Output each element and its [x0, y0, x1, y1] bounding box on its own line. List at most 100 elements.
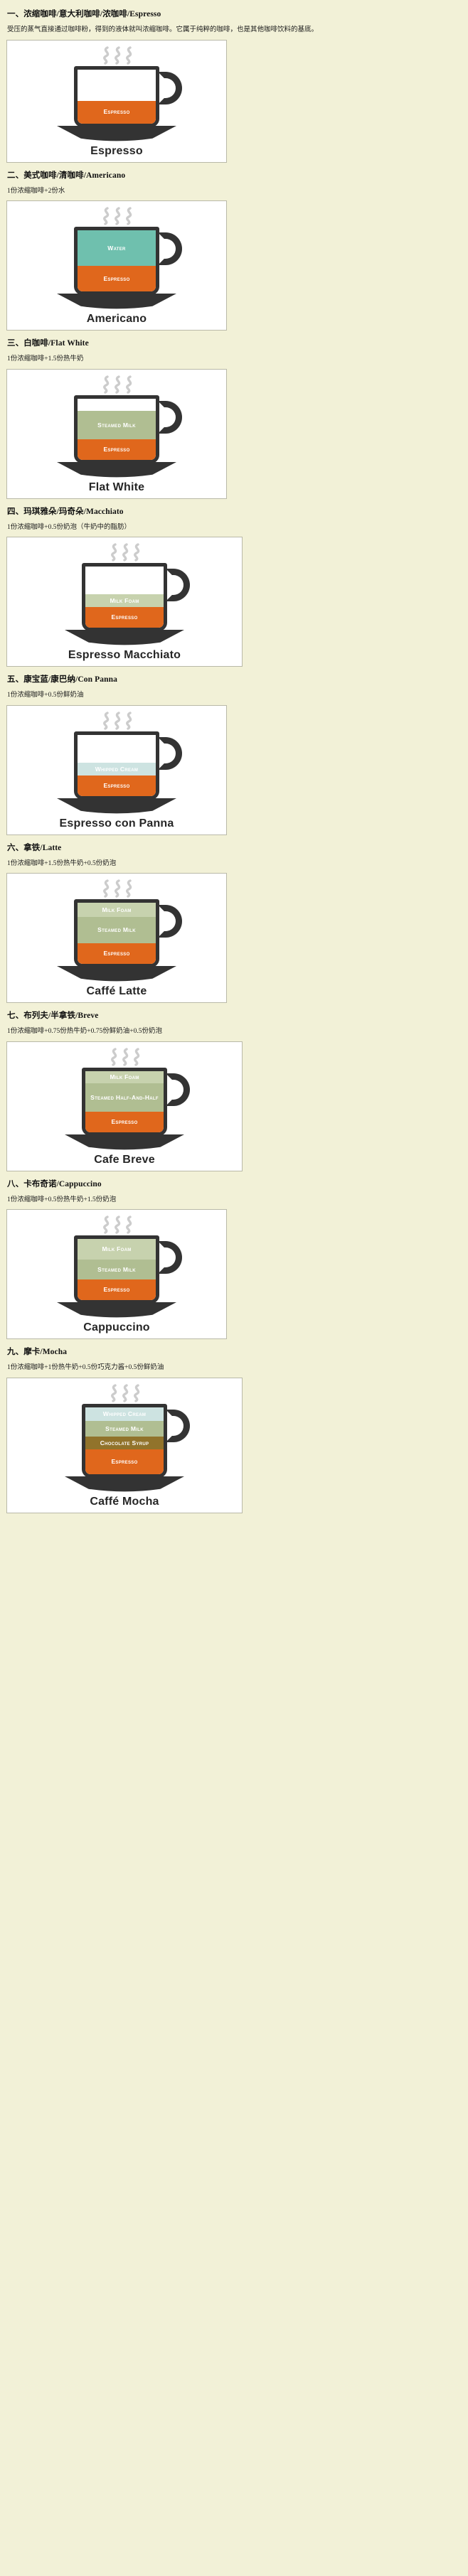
- drink-name: Espresso: [90, 144, 143, 157]
- coffee-section: 二、美式咖啡/清咖啡/Americano 1份浓缩咖啡+2份水 Water Espre…: [6, 170, 462, 331]
- section-title: 六、拿铁/Latte: [7, 843, 62, 852]
- mug: Milk Foam Steamed Half-And-Half Espresso: [82, 1067, 167, 1136]
- drink-name: Cafe Breve: [94, 1153, 155, 1166]
- saucer: [57, 965, 176, 984]
- drink-name: Espresso Macchiato: [68, 649, 181, 661]
- card-inner: Milk Foam Steamed Half-And-Half Espresso Ca…: [7, 1047, 242, 1166]
- mug: Water Espresso: [74, 227, 159, 295]
- empty-space: [78, 734, 156, 763]
- drink-layer: Espresso: [78, 266, 156, 291]
- saucer: [57, 293, 176, 311]
- drink-layer: Steamed Milk: [85, 1421, 164, 1437]
- steam-icon: [97, 375, 136, 394]
- saucer: [57, 1302, 176, 1320]
- card-inner: Steamed Milk Espresso Flat White: [7, 375, 226, 494]
- drink-name: Americano: [86, 313, 147, 325]
- drink-layer: Espresso: [85, 1111, 164, 1132]
- cup-row: Milk Foam Steamed Milk Espresso: [74, 899, 182, 967]
- section-recipe-description: 1份浓缩咖啡+0.5份奶泡（牛奶中的脂肪）: [7, 523, 131, 531]
- coffee-section: 八、卡布奇诺/Cappuccino 1份浓缩咖啡+0.5份热牛奶+1.5份奶泡 Mi…: [6, 1179, 462, 1339]
- coffee-section: 一、浓缩咖啡/意大利咖啡/浓咖啡/Espresso 受压的蒸气直接通过咖啡粉，得到…: [6, 9, 462, 163]
- saucer: [57, 125, 176, 144]
- cup-row: Whipped Cream Espresso: [74, 731, 182, 800]
- coffee-section: 五、康宝蓝/康巴纳/Con Panna 1份浓缩咖啡+0.5份鲜奶油 Whipped…: [6, 674, 462, 835]
- section-recipe-description: 1份浓缩咖啡+1份热牛奶+0.5份巧克力酱+0.5份鲜奶油: [7, 1364, 164, 1372]
- drink-illustration-card: Whipped Cream Steamed Milk Chocolate Syrup…: [6, 1377, 243, 1513]
- empty-space: [85, 567, 164, 595]
- mug: Whipped Cream Steamed Milk Chocolate Syrup…: [82, 1403, 167, 1478]
- empty-space: [78, 69, 156, 101]
- section-recipe-description: 1份浓缩咖啡+2份水: [7, 187, 65, 195]
- mug-handle: [166, 569, 190, 601]
- cup-illustration: Milk Foam Steamed Milk Espresso: [57, 899, 182, 984]
- coffee-section: 七、布列夫/半拿铁/Breve 1份浓缩咖啡+0.75份热牛奶+0.75份鲜奶油+…: [6, 1010, 462, 1171]
- cup-illustration: Water Espresso: [57, 227, 182, 311]
- coffee-section: 三、白咖啡/Flat White 1份浓缩咖啡+1.5份热牛奶 Steamed Mi…: [6, 338, 462, 499]
- mug-handle: [166, 1409, 190, 1442]
- cup-illustration: Espresso: [57, 65, 182, 144]
- card-inner: Whipped Cream Espresso Espresso con Panna: [7, 711, 226, 830]
- drink-layer: Steamed Half-And-Half: [85, 1083, 164, 1112]
- mug: Milk Foam Espresso: [82, 563, 167, 631]
- cup-row: Milk Foam Steamed Milk Espresso: [74, 1235, 182, 1304]
- card-inner: Whipped Cream Steamed Milk Chocolate Syrup…: [7, 1383, 242, 1508]
- drink-layer: Milk Foam: [85, 1070, 164, 1084]
- coffee-section: 四、玛琪雅朵/玛奇朵/Macchiato 1份浓缩咖啡+0.5份奶泡（牛奶中的脂肪…: [6, 506, 462, 667]
- cup-row: Whipped Cream Steamed Milk Chocolate Syrup…: [82, 1403, 190, 1478]
- empty-space: [78, 398, 156, 412]
- cup-row: Milk Foam Espresso: [82, 563, 190, 631]
- drink-name: Flat White: [88, 481, 145, 493]
- cup-illustration: Milk Foam Steamed Milk Espresso: [57, 1235, 182, 1320]
- drink-layer: Espresso: [78, 775, 156, 796]
- cup-row: Milk Foam Steamed Half-And-Half Espresso: [82, 1067, 190, 1136]
- drink-layer: Espresso: [78, 1279, 156, 1300]
- mug-handle: [158, 71, 182, 104]
- card-inner: Water Espresso Americano: [7, 207, 226, 326]
- cup-illustration: Steamed Milk Espresso: [57, 395, 182, 480]
- drink-layer: Water: [78, 230, 156, 267]
- drink-layer: Steamed Milk: [78, 1259, 156, 1280]
- section-title: 七、布列夫/半拿铁/Breve: [7, 1011, 99, 1020]
- mug-handle: [158, 736, 182, 770]
- mug-handle: [166, 1073, 190, 1106]
- cup-illustration: Whipped Cream Espresso: [57, 731, 182, 816]
- saucer: [65, 1476, 184, 1494]
- drink-layer: Steamed Milk: [78, 411, 156, 439]
- mug: Steamed Milk Espresso: [74, 395, 159, 463]
- drink-illustration-card: Milk Foam Steamed Milk Espresso Caffé Latte: [6, 873, 227, 1003]
- card-inner: Milk Foam Steamed Milk Espresso Cappuccino: [7, 1215, 226, 1334]
- mug: Milk Foam Steamed Milk Espresso: [74, 1235, 159, 1304]
- coffee-section: 九、摩卡/Mocha 1份浓缩咖啡+1份热牛奶+0.5份巧克力酱+0.5份鲜奶油 W…: [6, 1346, 462, 1513]
- drink-layer: Whipped Cream: [85, 1407, 164, 1422]
- cup-row: Espresso: [74, 65, 182, 127]
- mug-handle: [158, 905, 182, 938]
- mug: Whipped Cream Espresso: [74, 731, 159, 800]
- drink-illustration-card: Steamed Milk Espresso Flat White: [6, 368, 227, 499]
- card-inner: Milk Foam Espresso Espresso Macchiato: [7, 543, 242, 662]
- section-title: 二、美式咖啡/清咖啡/Americano: [7, 171, 126, 180]
- steam-icon: [97, 207, 136, 225]
- drink-layer: Chocolate Syrup: [85, 1437, 164, 1450]
- steam-icon: [105, 1383, 144, 1402]
- steam-icon: [97, 879, 136, 898]
- drink-layer: Espresso: [78, 439, 156, 460]
- drink-illustration-card: Water Espresso Americano: [6, 200, 227, 331]
- drink-layer: Espresso: [78, 100, 156, 124]
- steam-icon: [97, 711, 136, 730]
- mug-handle: [158, 400, 182, 434]
- drink-layer: Milk Foam: [85, 594, 164, 608]
- section-recipe-description: 受压的蒸气直接通过咖啡粉，得到的液体就叫浓缩咖啡。它属于纯粹的咖啡，也是其他咖啡…: [7, 26, 319, 34]
- steam-icon: [97, 45, 136, 65]
- drink-layer: Milk Foam: [78, 1239, 156, 1260]
- coffee-guide-page: 一、浓缩咖啡/意大利咖啡/浓咖啡/Espresso 受压的蒸气直接通过咖啡粉，得到…: [0, 0, 468, 1530]
- section-recipe-description: 1份浓缩咖啡+0.5份热牛奶+1.5份奶泡: [7, 1196, 117, 1203]
- mug: Espresso: [74, 65, 159, 127]
- cup-illustration: Milk Foam Steamed Half-And-Half Espresso: [65, 1067, 190, 1152]
- section-title: 五、康宝蓝/康巴纳/Con Panna: [7, 675, 117, 684]
- section-title: 九、摩卡/Mocha: [7, 1348, 68, 1356]
- saucer: [57, 798, 176, 816]
- section-recipe-description: 1份浓缩咖啡+0.75份热牛奶+0.75份鲜奶油+0.5份奶泡: [7, 1028, 162, 1036]
- drink-name: Caffé Latte: [86, 985, 147, 997]
- section-title: 四、玛琪雅朵/玛奇朵/Macchiato: [7, 507, 124, 516]
- saucer: [57, 461, 176, 480]
